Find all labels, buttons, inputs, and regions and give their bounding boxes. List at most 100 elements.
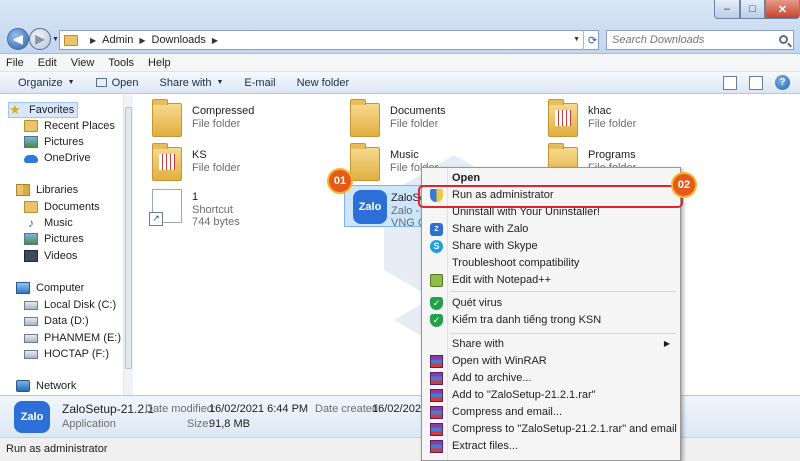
file-type: File folder: [192, 118, 241, 130]
ctx-label: Compress and email...: [452, 406, 563, 418]
zalo-icon: Zalo: [353, 190, 387, 224]
drive-icon: [24, 349, 38, 359]
breadcrumb-admin[interactable]: Admin: [102, 34, 133, 46]
nav-network[interactable]: Network: [16, 380, 76, 392]
search-box[interactable]: [606, 30, 794, 50]
winrar-icon: [430, 372, 443, 385]
nav-label: Local Disk (C:): [44, 299, 117, 311]
new-folder-button[interactable]: New folder: [297, 77, 350, 89]
file-item[interactable]: Documents File folder: [332, 99, 522, 141]
search-input[interactable]: [612, 34, 772, 46]
file-item[interactable]: KS File folder: [134, 143, 324, 185]
address-dropdown-icon[interactable]: ▼: [573, 36, 580, 43]
nav-documents[interactable]: Documents: [24, 201, 100, 213]
zalo-icon: Zalo: [14, 401, 50, 433]
ctx-label: Share with: [452, 338, 504, 350]
details-size-label: Size:: [187, 418, 212, 430]
menu-edit[interactable]: Edit: [38, 57, 57, 69]
ctx-add-rar[interactable]: Add to "ZaloSetup-21.2.1.rar": [424, 387, 678, 404]
chevron-right-icon[interactable]: ▶: [90, 36, 96, 45]
recent-places-icon: [24, 120, 38, 132]
nav-recent-places[interactable]: Recent Places: [24, 120, 115, 132]
ctx-troubleshoot[interactable]: Troubleshoot compatibility: [424, 255, 678, 272]
address-bar[interactable]: ▶ Admin ▶ Downloads ▶ ▼: [59, 30, 599, 50]
maximize-button[interactable]: □: [740, 0, 765, 19]
nav-videos[interactable]: Videos: [24, 250, 77, 262]
menu-help[interactable]: Help: [148, 57, 171, 69]
file-item[interactable]: Compressed File folder: [134, 99, 324, 141]
close-button[interactable]: ✕: [765, 0, 800, 19]
ctx-share-zalo[interactable]: Z Share with Zalo: [424, 221, 678, 238]
folder-icon: [350, 99, 380, 137]
ctx-add-archive[interactable]: Add to archive...: [424, 370, 678, 387]
music-icon: ♪: [28, 216, 34, 230]
ctx-notepad[interactable]: Edit with Notepad++: [424, 272, 678, 289]
ctx-share-skype[interactable]: S Share with Skype: [424, 238, 678, 255]
ctx-open-winrar[interactable]: Open with WinRAR: [424, 353, 678, 370]
nav-scrollbar[interactable]: [123, 95, 133, 395]
ctx-label: Kiểm tra danh tiếng trong KSN: [452, 314, 602, 326]
nav-libraries[interactable]: Libraries: [16, 184, 78, 196]
file-item[interactable]: khac File folder: [530, 99, 720, 141]
nav-library-pictures[interactable]: Pictures: [24, 233, 84, 245]
videos-icon: [24, 250, 38, 262]
chevron-right-icon[interactable]: ▶: [212, 36, 218, 45]
refresh-icon: ⟳: [587, 34, 598, 47]
preview-pane-icon[interactable]: [749, 75, 763, 90]
recent-pages-dropdown[interactable]: ▼: [52, 36, 59, 43]
kaspersky-shield-icon: ✓: [430, 297, 443, 310]
nav-label: Computer: [36, 282, 85, 294]
star-icon: ★: [9, 102, 21, 117]
ctx-compress-email[interactable]: Compress and email...: [424, 404, 678, 421]
nav-onedrive[interactable]: OneDrive: [24, 152, 90, 164]
chevron-right-icon[interactable]: ▶: [139, 36, 145, 45]
nav-favorites[interactable]: ★ Favorites: [8, 102, 78, 118]
share-with-label: Share with: [159, 76, 212, 89]
file-size: 744 bytes: [192, 216, 240, 228]
nav-label: Recent Places: [44, 120, 115, 132]
winrar-icon: [430, 440, 443, 453]
help-icon[interactable]: ?: [775, 75, 790, 90]
forward-button[interactable]: ▶: [29, 28, 51, 50]
share-with-button[interactable]: Share with ▼: [160, 77, 224, 89]
open-button[interactable]: Open: [95, 76, 139, 89]
nav-music[interactable]: ♪ Music: [24, 217, 73, 229]
ctx-compress-rar-email[interactable]: Compress to "ZaloSetup-21.2.1.rar" and e…: [424, 421, 678, 438]
nav-local-disk[interactable]: Local Disk (C:): [24, 299, 116, 311]
ctx-label: Edit with Notepad++: [452, 274, 552, 286]
ctx-extract[interactable]: Extract files...: [424, 438, 678, 455]
breadcrumb-downloads[interactable]: Downloads: [152, 34, 206, 46]
nav-phanmem-drive[interactable]: PHANMEM (E:): [24, 332, 121, 344]
menu-tools[interactable]: Tools: [108, 57, 134, 69]
back-button[interactable]: ◀: [7, 28, 29, 50]
refresh-button[interactable]: ⟳: [583, 30, 601, 50]
winrar-icon: [430, 355, 443, 368]
file-type: File folder: [390, 118, 439, 130]
open-label: Open: [111, 76, 139, 89]
ctx-share-with[interactable]: Share with ▶: [424, 336, 678, 353]
menu-file[interactable]: File: [6, 57, 24, 69]
nav-pictures[interactable]: Pictures: [24, 136, 84, 148]
menu-view[interactable]: View: [71, 57, 95, 69]
scrollbar-thumb[interactable]: [125, 107, 132, 369]
submenu-arrow-icon: ▶: [663, 339, 670, 348]
ctx-ksn[interactable]: ✓ Kiểm tra danh tiếng trong KSN: [424, 312, 678, 329]
drive-icon: [24, 333, 38, 343]
nav-computer[interactable]: Computer: [16, 282, 84, 294]
nav-hoctap-drive[interactable]: HOCTAP (F:): [24, 348, 109, 360]
view-options-icon[interactable]: [723, 75, 737, 90]
pictures-icon: [24, 233, 38, 245]
minimize-button[interactable]: –: [714, 0, 740, 19]
email-button[interactable]: E-mail: [244, 77, 275, 89]
close-icon: ✕: [777, 3, 788, 16]
ctx-scan-virus[interactable]: ✓ Quét virus: [424, 295, 678, 312]
file-item[interactable]: 1 Shortcut 744 bytes: [134, 185, 324, 228]
nav-data-drive[interactable]: Data (D:): [24, 315, 89, 327]
ctx-label: Share with Skype: [452, 240, 538, 252]
zalo-icon: Z: [430, 223, 443, 236]
organize-button[interactable]: Organize ▼: [18, 77, 75, 89]
documents-icon: [24, 201, 38, 213]
search-icon[interactable]: [779, 35, 788, 44]
step-badge-01: 01: [327, 168, 353, 194]
organize-label: Organize: [18, 76, 63, 89]
